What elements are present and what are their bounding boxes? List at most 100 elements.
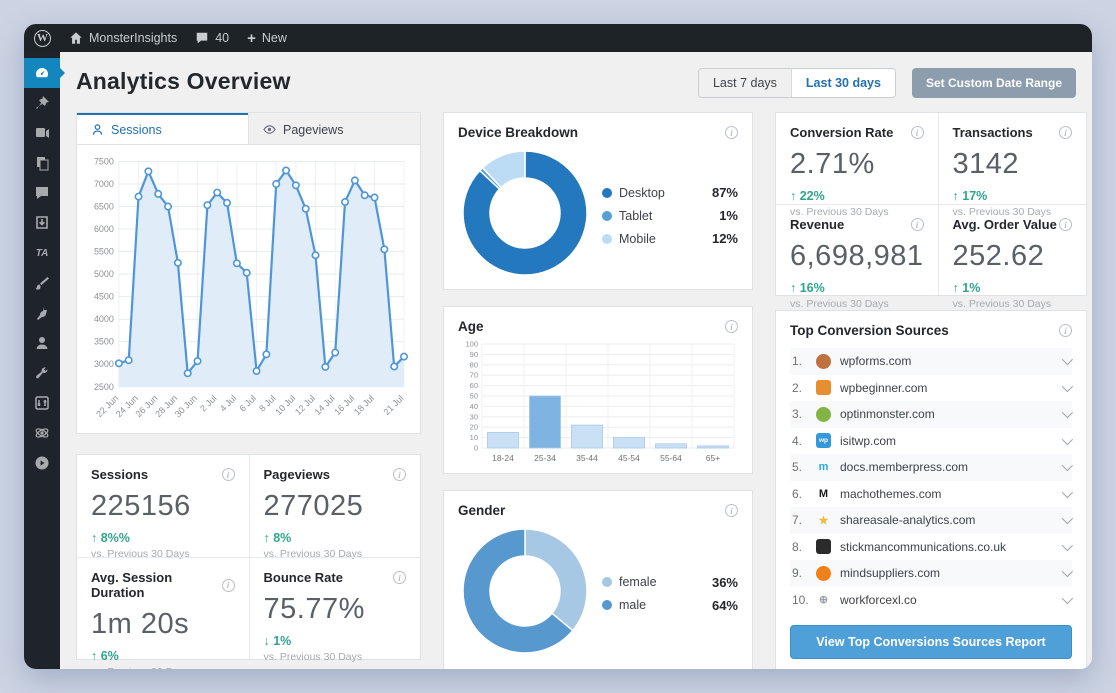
svg-text:70: 70 — [470, 371, 478, 380]
chevron-down-icon[interactable] — [1061, 380, 1074, 392]
metric-card-conversion-rate: Conversion Rate i 2.71% ↑ 22% vs. Previous 3… — [776, 113, 938, 218]
svg-text:2500: 2500 — [94, 382, 114, 392]
sidebar-item-plugins[interactable] — [24, 298, 60, 328]
info-icon[interactable]: i — [1059, 218, 1072, 231]
info-icon[interactable]: i — [910, 218, 924, 231]
sidebar-item-comments[interactable] — [24, 178, 60, 208]
svg-text:60: 60 — [470, 381, 478, 390]
source-row-optinmonster-com[interactable]: 3. optinmonster.com — [790, 401, 1074, 428]
metric-value: 75.77% — [263, 593, 365, 625]
metric-title: Avg. Session Duration — [91, 570, 173, 600]
chevron-down-icon[interactable] — [1061, 460, 1074, 472]
svg-text:6500: 6500 — [94, 202, 114, 212]
sidebar-item-appearance[interactable] — [24, 268, 60, 298]
comments-icon — [36, 187, 48, 199]
svg-text:0: 0 — [474, 444, 478, 453]
sidebar-item-users[interactable] — [24, 328, 60, 358]
metric-title: Avg. Order Value — [952, 217, 1057, 232]
source-domain: wpforms.com — [840, 354, 912, 369]
chevron-down-icon[interactable] — [1061, 354, 1074, 366]
source-row-wpforms-com[interactable]: 1. wpforms.com — [790, 348, 1074, 375]
sidebar-item-video[interactable] — [24, 448, 60, 478]
sidebar-item-settings[interactable] — [24, 388, 60, 418]
tab-pageviews[interactable]: Pageviews — [248, 113, 420, 144]
age-card: Age i 0 10 20 30 40 50 60 70 80 90 100 18-24 25-34 35… — [443, 306, 753, 474]
pages-icon — [37, 157, 49, 171]
source-rank: 5. — [792, 460, 803, 475]
source-row-docs-memberpress-com[interactable]: 5. m docs.memberpress.com — [790, 454, 1074, 481]
sidebar-item-downloads[interactable] — [24, 208, 60, 238]
play-circle-icon — [35, 456, 49, 470]
info-icon[interactable]: i — [725, 320, 738, 333]
set-custom-date-range-button[interactable]: Set Custom Date Range — [911, 68, 1076, 98]
metric-compare: vs. Previous 30 Days — [91, 666, 235, 669]
chevron-down-icon[interactable] — [1061, 433, 1074, 445]
device-legend: Desktop 87% Tablet 1% Mobile 12% — [602, 185, 738, 246]
view-top-conversions-report-button[interactable]: View Top Conversions Sources Report — [790, 625, 1072, 659]
new-content-menu[interactable]: + New — [247, 31, 287, 46]
svg-text:5500: 5500 — [94, 247, 114, 257]
legend-dot — [602, 577, 612, 587]
chevron-down-icon[interactable] — [1061, 486, 1074, 498]
plus-icon: + — [247, 29, 256, 47]
last-7-days-button[interactable]: Last 7 days — [698, 69, 792, 97]
sidebar-item-pages[interactable] — [24, 148, 60, 178]
metric-delta: ↑ 16% — [790, 281, 825, 295]
metric-card-avg-session-duration: Avg. Session Duration i 1m 20s ↑ 6% vs. Prev… — [77, 557, 249, 669]
source-row-wpbeginner-com[interactable]: 2. wpbeginner.com — [790, 375, 1074, 402]
info-icon[interactable]: i — [393, 468, 406, 481]
info-icon[interactable]: i — [725, 126, 738, 139]
tab-sessions[interactable]: Sessions — [77, 113, 248, 144]
middle-column: Device Breakdown i Desktop 87% Tablet 1% Mob… — [443, 112, 753, 669]
comments-menu[interactable]: 40 — [195, 31, 229, 45]
info-icon[interactable]: i — [725, 504, 738, 517]
svg-text:18 Jul: 18 Jul — [352, 393, 376, 417]
device-donut-chart — [458, 146, 592, 285]
metric-delta: ↑ 17% — [952, 189, 988, 203]
svg-text:30: 30 — [470, 412, 478, 421]
favicon-stickman-icon — [816, 539, 831, 555]
last-30-days-button[interactable]: Last 30 days — [791, 69, 895, 97]
chevron-down-icon[interactable] — [1061, 592, 1074, 604]
svg-text:45-54: 45-54 — [618, 453, 640, 463]
chevron-down-icon[interactable] — [1061, 513, 1074, 525]
right-column: Conversion Rate i 2.71% ↑ 22% vs. Previous 3… — [775, 112, 1087, 669]
source-rank: 6. — [792, 486, 803, 501]
info-icon[interactable]: i — [221, 578, 235, 592]
source-row-stickmancommunications-co-uk[interactable]: 8. stickmancommunications.co.uk — [790, 534, 1074, 561]
metric-card-revenue: Revenue i 6,698,981 ↑ 16% vs. Previous 30 Da… — [776, 204, 938, 310]
source-domain: workforcexl.co — [840, 592, 917, 607]
info-icon[interactable]: i — [393, 571, 406, 584]
info-icon[interactable]: i — [1059, 324, 1072, 337]
chevron-down-icon[interactable] — [1061, 566, 1074, 578]
source-rank: 9. — [792, 566, 803, 581]
source-domain: optinmonster.com — [840, 407, 935, 422]
wp-logo-menu[interactable]: W — [34, 29, 51, 47]
source-row-machothemes-com[interactable]: 6. Mmachothemes.com — [790, 481, 1074, 508]
chart-tabs: Sessions Pageviews — [77, 113, 420, 145]
source-row-mindsuppliers-com[interactable]: 9. mindsuppliers.com — [790, 560, 1074, 587]
sidebar-item-ta[interactable]: TA — [24, 238, 60, 268]
source-row-workforcexl-co[interactable]: 10. ⊕ workforcexl.co — [790, 587, 1074, 614]
legend-value: 12% — [711, 231, 738, 246]
source-row-isitwp-com[interactable]: 4. wp isitwp.com — [790, 428, 1074, 455]
left-column: Sessions Pageviews 2500 3000 3500 4000 4500 5… — [76, 112, 421, 669]
info-icon[interactable]: i — [221, 468, 235, 481]
svg-text:50: 50 — [470, 392, 478, 401]
comments-count: 40 — [215, 31, 230, 45]
chevron-down-icon[interactable] — [1061, 539, 1074, 551]
chevron-down-icon[interactable] — [1061, 407, 1074, 419]
sidebar-item-monsterinsights[interactable] — [24, 58, 65, 88]
info-icon[interactable]: i — [1059, 126, 1072, 139]
user-icon — [36, 337, 48, 349]
sidebar-item-extensions[interactable] — [24, 418, 60, 448]
wp-admin-bar: W MonsterInsights 40 + New — [24, 24, 1092, 52]
wrench-icon — [36, 367, 48, 379]
sidebar-item-media[interactable] — [24, 118, 60, 148]
source-row-shareasale-analytics-com[interactable]: 7. ★ shareasale-analytics.com — [790, 507, 1074, 534]
info-icon[interactable]: i — [910, 126, 924, 139]
tab-pageviews-label: Pageviews — [283, 122, 344, 137]
sidebar-item-posts[interactable] — [24, 88, 60, 118]
site-menu[interactable]: MonsterInsights — [69, 31, 177, 45]
sidebar-item-tools[interactable] — [24, 358, 60, 388]
